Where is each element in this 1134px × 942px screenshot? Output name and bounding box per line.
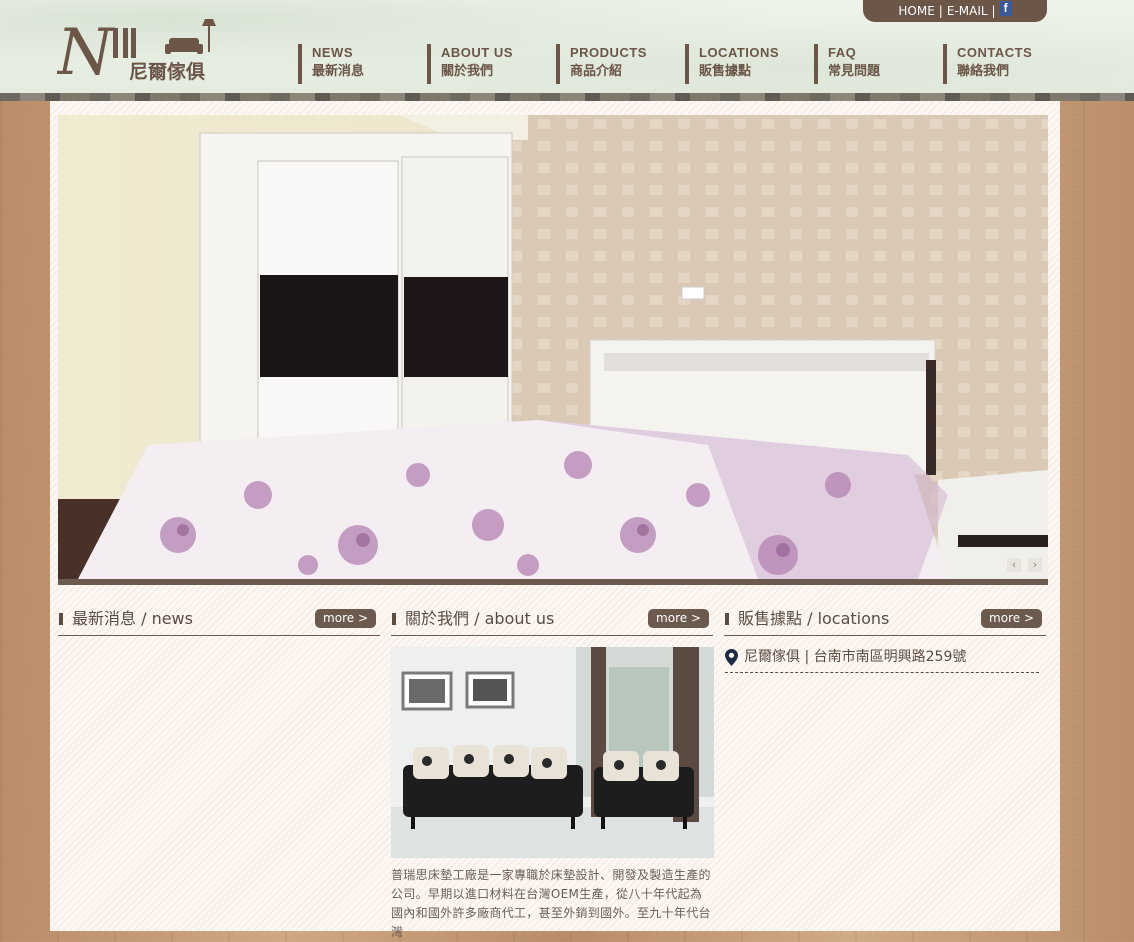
lamp-icon <box>202 19 216 52</box>
location-separator: | <box>804 649 810 665</box>
nav-label-zh: 最新消息 <box>312 63 365 78</box>
nav-label-en: FAQ <box>828 45 857 60</box>
home-link[interactable]: HOME <box>898 0 934 22</box>
site-logo[interactable]: N 尼爾傢俱 <box>55 14 222 90</box>
about-sofa-image <box>391 647 714 858</box>
nav-label-en: ABOUT US <box>441 45 513 60</box>
logo-mark: N 尼爾傢俱 <box>55 16 216 90</box>
email-link[interactable]: E-MAIL <box>947 0 988 22</box>
locations-more-button[interactable]: more > <box>981 609 1042 628</box>
about-more-button[interactable]: more > <box>648 609 709 628</box>
about-section-title: 關於我們 / about us <box>391 609 554 629</box>
locations-section-title: 販售據點 / locations <box>724 609 889 629</box>
map-pin-icon <box>725 649 738 666</box>
nav-label-zh: 聯絡我們 <box>957 63 1010 78</box>
sofa-icon <box>165 38 203 54</box>
nav-label-en: NEWS <box>312 45 353 60</box>
nav-label-zh: 商品介紹 <box>570 63 623 78</box>
news-more-button[interactable]: more > <box>315 609 376 628</box>
news-section-title: 最新消息 / news <box>58 609 193 629</box>
logo-chinese: 尼爾傢俱 <box>129 60 205 83</box>
top-links-bar: HOME | E-MAIL | f <box>863 0 1047 22</box>
nav-item-contacts[interactable]: CONTACTS 聯絡我們 <box>943 44 1032 84</box>
hero-image-bedroom <box>58 115 1048 579</box>
location-list-item[interactable]: 尼爾傢俱 | 台南市南區明興路259號 <box>725 646 1039 673</box>
nav-label-zh: 販售據點 <box>699 63 752 78</box>
slider-next-arrow-icon[interactable]: › <box>1028 558 1042 572</box>
nav-item-locations[interactable]: LOCATIONS 販售據點 <box>685 44 779 84</box>
nav-label-en: LOCATIONS <box>699 45 780 60</box>
separator: | <box>938 4 943 18</box>
separator: | <box>991 4 996 18</box>
facebook-icon[interactable]: f <box>999 0 1012 16</box>
locations-section-header: 販售據點 / locations more > <box>724 607 1046 636</box>
nav-item-faq[interactable]: FAQ 常見問題 <box>814 44 880 84</box>
news-section-header: 最新消息 / news more > <box>58 607 380 636</box>
location-text: 尼爾傢俱 | 台南市南區明興路259號 <box>744 646 966 668</box>
nav-item-products[interactable]: PRODUCTS 商品介紹 <box>556 44 647 84</box>
hero-slider[interactable] <box>58 115 1048 579</box>
nav-label-en: PRODUCTS <box>570 45 647 60</box>
nav-label-zh: 關於我們 <box>441 63 494 78</box>
nav-item-news[interactable]: NEWS 最新消息 <box>298 44 364 84</box>
header-border <box>0 93 1134 101</box>
about-section-header: 關於我們 / about us more > <box>391 607 713 636</box>
logo-letter-n: N <box>57 16 115 84</box>
nav-item-about-us[interactable]: ABOUT US 關於我們 <box>427 44 513 84</box>
about-intro-text: 普瑞思床墊工廠是一家專職於床墊設計、開發及製造生產的公司。早期以進口材料在台灣O… <box>391 868 711 939</box>
slider-prev-arrow-icon[interactable]: ‹ <box>1007 558 1021 572</box>
nav-label-zh: 常見問題 <box>828 63 881 78</box>
slider-progress-bar <box>58 579 1048 585</box>
nav-label-en: CONTACTS <box>957 45 1033 60</box>
location-name: 尼爾傢俱 <box>744 649 800 665</box>
location-address: 台南市南區明興路259號 <box>813 649 967 665</box>
